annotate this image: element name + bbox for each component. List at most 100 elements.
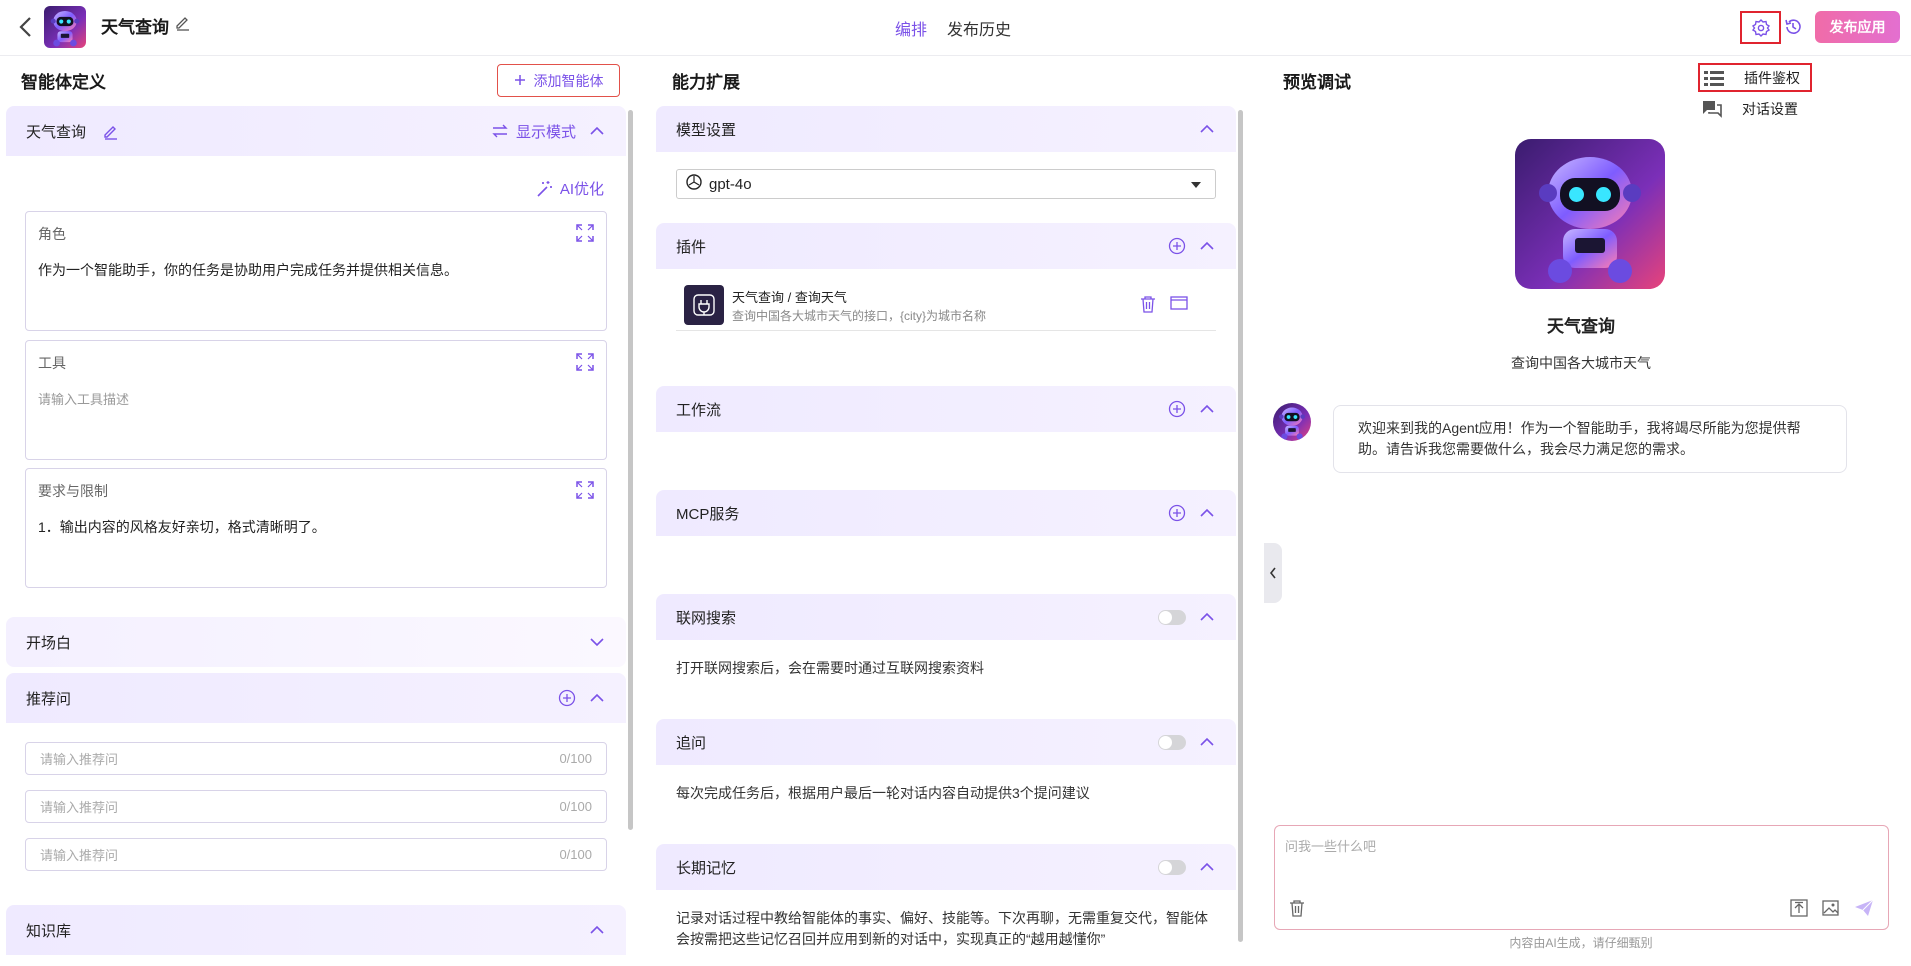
- model-card: 模型设置 gpt-4o: [656, 106, 1236, 216]
- top-tabs: 编排 发布历史: [895, 16, 1011, 40]
- left-scrollbar[interactable]: [628, 110, 633, 830]
- collapse-agent-card-button[interactable]: [590, 126, 604, 136]
- top-bar: 天气查询 编排 发布历史 发布应用: [0, 0, 1911, 56]
- recommended-placeholder: 请输入推荐问: [40, 752, 119, 767]
- knowledge-card: 知识库: [6, 905, 626, 966]
- chevron-up-icon: [590, 693, 604, 702]
- tab-publish-history[interactable]: 发布历史: [947, 16, 1011, 40]
- add-agent-label: 添加智能体: [533, 72, 604, 89]
- tab-orchestrate[interactable]: 编排: [895, 16, 927, 40]
- gear-icon: [1751, 18, 1770, 37]
- collapse-plugins-button[interactable]: [1200, 241, 1214, 251]
- collapse-follow-up-button[interactable]: [1200, 737, 1214, 747]
- upload-image-icon[interactable]: [1822, 899, 1840, 921]
- edit-agent-name-icon[interactable]: [102, 122, 120, 140]
- model-select[interactable]: gpt-4o: [676, 169, 1216, 199]
- collapse-recommended-button[interactable]: [590, 693, 604, 703]
- chevron-down-icon: [590, 638, 604, 647]
- memory-label: 长期记忆: [676, 859, 737, 877]
- agent-name: 天气查询: [26, 123, 87, 141]
- edit-title-icon[interactable]: [174, 13, 194, 33]
- recommended-input[interactable]: 请输入推荐问 0/100: [25, 838, 607, 871]
- collapse-panel-button[interactable]: [1264, 543, 1282, 603]
- settings-button[interactable]: [1740, 11, 1781, 44]
- recommended-label: 推荐问: [26, 690, 72, 708]
- chevron-left-icon: [19, 17, 31, 37]
- menu-item-plugin-auth[interactable]: 插件鉴权: [1698, 63, 1812, 92]
- collapse-knowledge-button[interactable]: [590, 925, 604, 935]
- chevron-up-icon: [1200, 737, 1214, 746]
- tools-placeholder: 请输入工具描述: [38, 392, 130, 407]
- add-agent-button[interactable]: 添加智能体: [497, 64, 620, 97]
- role-field[interactable]: 角色 作为一个智能助手，你的任务是协助用户完成任务并提供相关信息。: [25, 211, 607, 331]
- plus-circle-icon: [1168, 400, 1186, 418]
- add-mcp-button[interactable]: [1168, 504, 1186, 522]
- upload-file-icon[interactable]: [1790, 899, 1808, 921]
- knowledge-label: 知识库: [26, 922, 72, 940]
- model-label: 模型设置: [676, 121, 737, 139]
- publish-button[interactable]: 发布应用: [1815, 11, 1900, 43]
- trash-icon[interactable]: [1140, 295, 1156, 317]
- plus-circle-icon: [1168, 237, 1186, 255]
- chat-input-placeholder: 问我一些什么吧: [1285, 839, 1377, 854]
- opening-card-header[interactable]: 开场白: [6, 617, 626, 667]
- follow-up-toggle[interactable]: [1158, 734, 1186, 750]
- add-workflow-button[interactable]: [1168, 400, 1186, 418]
- add-recommended-button[interactable]: [558, 689, 576, 707]
- memory-toggle[interactable]: [1158, 859, 1186, 875]
- ai-optimize-button[interactable]: AI优化: [536, 178, 604, 199]
- mcp-card-header: MCP服务: [656, 490, 1236, 536]
- chat-input[interactable]: 问我一些什么吧: [1274, 825, 1889, 930]
- collapse-mcp-button[interactable]: [1200, 508, 1214, 518]
- send-icon[interactable]: [1854, 899, 1874, 921]
- opening-card: 开场白: [6, 617, 626, 667]
- expand-icon[interactable]: [576, 224, 594, 242]
- history-button[interactable]: [1780, 14, 1806, 40]
- tools-field[interactable]: 工具 请输入工具描述: [25, 340, 607, 460]
- collapse-memory-button[interactable]: [1200, 862, 1214, 872]
- web-search-label: 联网搜索: [676, 609, 737, 627]
- caret-down-icon: [1191, 182, 1201, 188]
- agent-definition-panel: 天气查询 显示模式 AI优化 角色 作为一个智能助手，你的任务是协助用户完成任务…: [6, 106, 626, 966]
- char-counter: 0/100: [559, 799, 592, 814]
- collapse-workflow-button[interactable]: [1200, 404, 1214, 414]
- model-card-header: 模型设置: [656, 106, 1236, 152]
- plugins-label: 插件: [676, 238, 707, 256]
- constraints-field[interactable]: 要求与限制 1．输出内容的风格友好亲切，格式清晰明了。: [25, 468, 607, 588]
- opening-label: 开场白: [26, 634, 72, 652]
- expand-opening-button[interactable]: [590, 637, 604, 647]
- collapse-model-button[interactable]: [1200, 124, 1214, 134]
- app-title: 天气查询: [101, 18, 169, 37]
- clear-chat-icon[interactable]: [1289, 899, 1305, 921]
- char-counter: 0/100: [559, 847, 592, 862]
- memory-desc: 记录对话过程中教给智能体的事实、偏好、技能等。下次再聊，无需重复交代，智能体会按…: [676, 910, 1208, 947]
- expand-icon[interactable]: [576, 481, 594, 499]
- display-mode-toggle[interactable]: 显示模式: [492, 121, 576, 142]
- recommended-input[interactable]: 请输入推荐问 0/100: [25, 790, 607, 823]
- menu-item-label: 插件鉴权: [1744, 69, 1800, 86]
- add-plugin-button[interactable]: [1168, 237, 1186, 255]
- recommended-placeholder: 请输入推荐问: [40, 800, 119, 815]
- plugin-desc: 查询中国各大城市天气的接口，{city}为城市名称: [732, 309, 987, 323]
- plugins-card-header: 插件: [656, 223, 1236, 269]
- chevron-up-icon: [1200, 612, 1214, 621]
- preview-name: 天气查询: [1547, 317, 1615, 336]
- expand-icon[interactable]: [576, 353, 594, 371]
- back-button[interactable]: [12, 14, 38, 40]
- display-mode-label: 显示模式: [515, 123, 576, 141]
- recommended-input[interactable]: 请输入推荐问 0/100: [25, 742, 607, 775]
- plugin-name: 天气查询 / 查询天气: [732, 290, 847, 305]
- app-avatar: [44, 6, 86, 48]
- chevron-up-icon: [1200, 508, 1214, 517]
- middle-scrollbar[interactable]: [1238, 110, 1243, 942]
- mcp-label: MCP服务: [676, 505, 740, 523]
- workflow-label: 工作流: [676, 401, 722, 419]
- web-search-toggle[interactable]: [1158, 609, 1186, 625]
- follow-up-desc: 每次完成任务后，根据用户最后一轮对话内容自动提供3个提问建议: [676, 785, 1090, 801]
- menu-item-chat-settings[interactable]: 对话设置: [1698, 94, 1812, 123]
- collapse-web-search-button[interactable]: [1200, 612, 1214, 622]
- plus-circle-icon: [558, 689, 576, 707]
- capabilities-heading: 能力扩展: [672, 73, 740, 92]
- window-icon[interactable]: [1170, 295, 1188, 317]
- workflow-card-header: 工作流: [656, 386, 1236, 432]
